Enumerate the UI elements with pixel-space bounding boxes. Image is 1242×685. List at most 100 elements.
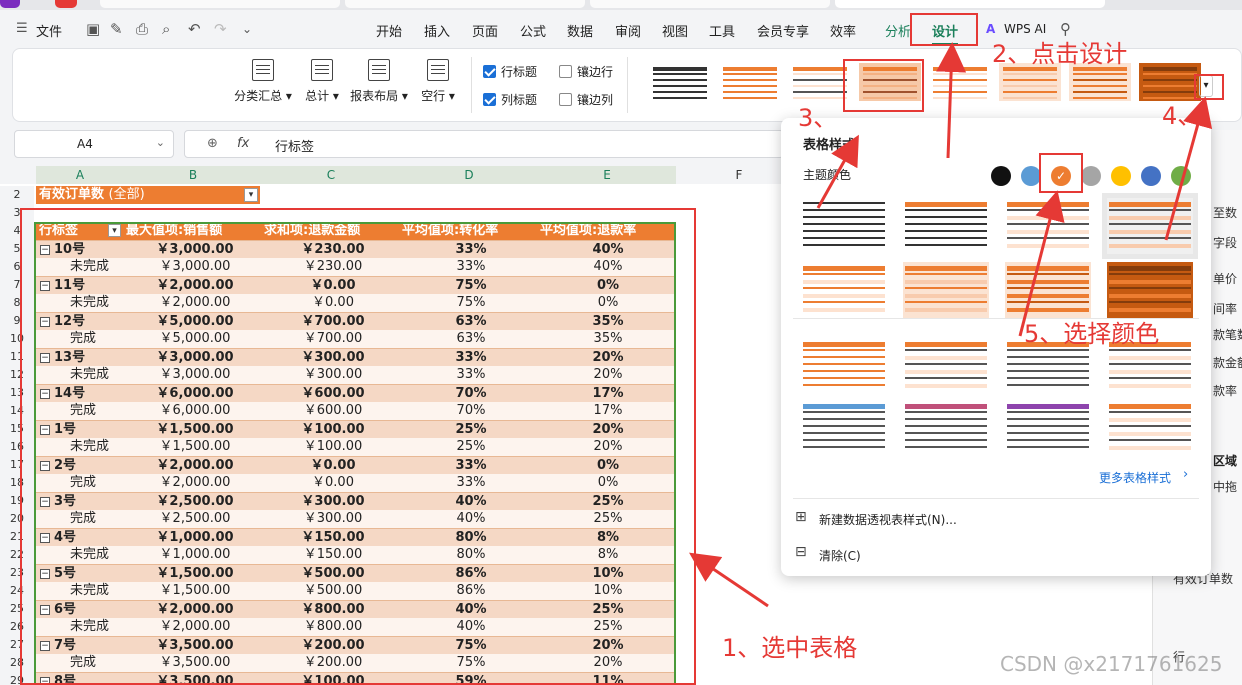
tab-stub-active[interactable] bbox=[835, 0, 1105, 8]
redo-icon[interactable]: ↷ bbox=[214, 20, 227, 38]
chevron-down-icon[interactable]: ⌄ bbox=[242, 22, 252, 36]
table-style-thumbnail[interactable] bbox=[859, 63, 921, 101]
tab-stub[interactable] bbox=[55, 0, 77, 8]
table-style-option[interactable] bbox=[903, 400, 989, 456]
tab-data[interactable]: 数据 bbox=[567, 21, 593, 40]
tab-review[interactable]: 审阅 bbox=[615, 21, 641, 40]
tab-stub[interactable] bbox=[345, 0, 585, 8]
formula-input[interactable]: ⊕ fx 行标签 bbox=[184, 130, 784, 158]
filter-dropdown-icon[interactable]: ▾ bbox=[244, 188, 258, 202]
table-style-thumbnail[interactable] bbox=[649, 63, 711, 101]
theme-color-swatch[interactable]: ✓ bbox=[1051, 166, 1071, 186]
clear-style-item[interactable]: 清除(C) bbox=[819, 547, 861, 564]
tab-stub[interactable] bbox=[590, 0, 830, 8]
column-header-checkbox[interactable]: 列标题 bbox=[483, 91, 537, 108]
row-header[interactable]: 23 bbox=[0, 564, 34, 582]
row-header[interactable]: 3 bbox=[0, 204, 34, 222]
field-panel-item[interactable]: 字段 bbox=[1213, 234, 1237, 251]
report-layout-button[interactable]: 报表布局 ▾ bbox=[349, 59, 409, 104]
row-header[interactable]: 18 bbox=[0, 474, 34, 492]
table-style-option[interactable] bbox=[1005, 198, 1091, 254]
row-header[interactable]: 4 bbox=[0, 222, 34, 240]
table-style-option[interactable] bbox=[1005, 400, 1091, 456]
row-header[interactable]: 22 bbox=[0, 546, 34, 564]
fx-icon[interactable]: fx bbox=[237, 136, 249, 151]
field-panel-item[interactable]: 中拖 bbox=[1213, 478, 1237, 495]
table-style-thumbnail[interactable] bbox=[719, 63, 781, 101]
theme-color-swatch[interactable] bbox=[1171, 166, 1191, 186]
table-style-thumbnail[interactable] bbox=[789, 63, 851, 101]
new-style-icon[interactable]: ⊞ bbox=[795, 509, 807, 525]
gallery-expand-button[interactable]: ▾ bbox=[1199, 75, 1213, 97]
name-box[interactable]: A4 ⌄ bbox=[14, 130, 174, 158]
theme-color-swatch[interactable] bbox=[1081, 166, 1101, 186]
theme-color-swatch[interactable] bbox=[1141, 166, 1161, 186]
tab-insert[interactable]: 插入 bbox=[424, 21, 450, 40]
row-header[interactable]: 28 bbox=[0, 654, 34, 672]
table-style-option[interactable] bbox=[801, 198, 887, 254]
table-style-option[interactable] bbox=[903, 198, 989, 254]
undo-icon[interactable]: ↶ bbox=[188, 20, 201, 38]
tab-design[interactable]: 设计 bbox=[932, 21, 959, 45]
column-header-e[interactable]: E bbox=[538, 166, 676, 184]
menu-icon[interactable]: ☰ bbox=[16, 21, 28, 36]
table-style-thumbnail[interactable] bbox=[929, 63, 991, 101]
table-style-option[interactable] bbox=[801, 262, 887, 318]
field-panel-item[interactable]: 间率 bbox=[1213, 300, 1237, 317]
clear-icon[interactable]: ⊟ bbox=[795, 544, 807, 560]
tab-tools[interactable]: 工具 bbox=[709, 21, 735, 40]
row-header[interactable]: 11 bbox=[0, 348, 34, 366]
table-style-option[interactable] bbox=[801, 338, 887, 394]
print-icon[interactable]: ⎙ bbox=[136, 20, 148, 38]
table-style-option[interactable] bbox=[903, 338, 989, 394]
file-menu[interactable]: 文件 bbox=[36, 21, 62, 40]
row-header[interactable]: 6 bbox=[0, 258, 34, 276]
theme-color-swatch[interactable] bbox=[991, 166, 1011, 186]
filter-row[interactable]: 有效订单数 (全部) ▾ bbox=[36, 186, 676, 204]
tab-stub[interactable] bbox=[0, 0, 20, 8]
banded-columns-checkbox[interactable]: 镶边列 bbox=[559, 91, 613, 108]
field-panel-item[interactable]: 款笔数 bbox=[1213, 326, 1242, 343]
row-header[interactable]: 17 bbox=[0, 456, 34, 474]
tab-formula[interactable]: 公式 bbox=[520, 21, 546, 40]
table-style-option[interactable] bbox=[1107, 400, 1193, 456]
tab-home[interactable]: 开始 bbox=[376, 21, 402, 40]
row-header[interactable]: 25 bbox=[0, 600, 34, 618]
table-style-option[interactable] bbox=[1005, 262, 1091, 318]
row-header[interactable]: 10 bbox=[0, 330, 34, 348]
format-painter-icon[interactable]: ✎ bbox=[110, 20, 123, 38]
field-panel-item[interactable]: 款金额 bbox=[1213, 354, 1242, 371]
tab-analyze[interactable]: 分析 bbox=[885, 21, 911, 40]
tab-stub[interactable] bbox=[100, 0, 340, 8]
field-panel-item[interactable]: 至数 bbox=[1213, 204, 1237, 221]
tab-efficiency[interactable]: 效率 bbox=[830, 21, 856, 40]
tab-view[interactable]: 视图 bbox=[662, 21, 688, 40]
print-preview-icon[interactable]: ⌕ bbox=[162, 20, 170, 38]
column-header-a[interactable]: A bbox=[36, 166, 124, 184]
theme-color-swatch[interactable] bbox=[1021, 166, 1041, 186]
row-header[interactable]: 5 bbox=[0, 240, 34, 258]
table-style-option[interactable] bbox=[1107, 198, 1193, 254]
table-style-option[interactable] bbox=[1107, 262, 1193, 318]
row-header[interactable]: 9 bbox=[0, 312, 34, 330]
chevron-right-icon[interactable]: › bbox=[1183, 467, 1188, 482]
row-header[interactable]: 12 bbox=[0, 366, 34, 384]
blank-rows-button[interactable]: 空行 ▾ bbox=[416, 59, 460, 104]
row-header[interactable]: 27 bbox=[0, 636, 34, 654]
row-header[interactable]: 2 bbox=[0, 186, 34, 204]
tab-page[interactable]: 页面 bbox=[472, 21, 498, 40]
table-style-option[interactable] bbox=[801, 400, 887, 456]
new-pivot-style-item[interactable]: 新建数据透视表样式(N)... bbox=[819, 511, 957, 528]
subtotal-button[interactable]: 分类汇总 ▾ bbox=[233, 59, 293, 104]
tab-member[interactable]: 会员专享 bbox=[757, 21, 809, 40]
row-header[interactable]: 24 bbox=[0, 582, 34, 600]
row-header[interactable]: 8 bbox=[0, 294, 34, 312]
row-header[interactable]: 20 bbox=[0, 510, 34, 528]
row-header[interactable]: 19 bbox=[0, 492, 34, 510]
row-header[interactable]: 26 bbox=[0, 618, 34, 636]
row-header[interactable]: 13 bbox=[0, 384, 34, 402]
column-header-d[interactable]: D bbox=[400, 166, 538, 184]
row-header[interactable]: 15 bbox=[0, 420, 34, 438]
row-header[interactable]: 7 bbox=[0, 276, 34, 294]
row-header[interactable]: 16 bbox=[0, 438, 34, 456]
